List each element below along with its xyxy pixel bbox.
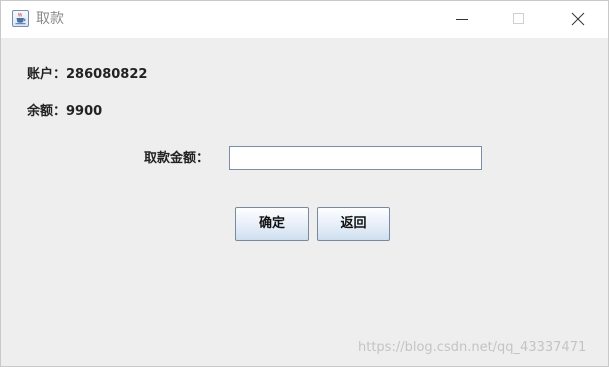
withdraw-dialog: 取款 账户：286080822 余额：9900 取款金额： 确定 返回 http… bbox=[0, 0, 609, 367]
account-label: 账户： bbox=[27, 67, 67, 82]
withdraw-amount-label: 取款金额： bbox=[144, 151, 210, 166]
minimize-icon bbox=[456, 19, 468, 20]
maximize-icon bbox=[513, 13, 524, 24]
close-button[interactable] bbox=[563, 7, 593, 31]
watermark: https://blog.csdn.net/qq_43337471 bbox=[358, 340, 587, 355]
minimize-button[interactable] bbox=[447, 7, 477, 31]
balance-info: 余额：9900 bbox=[27, 104, 102, 120]
balance-label: 余额： bbox=[27, 104, 67, 119]
account-info: 账户：286080822 bbox=[27, 67, 147, 83]
close-icon bbox=[571, 12, 585, 26]
balance-value: 9900 bbox=[66, 104, 103, 119]
title-bar[interactable]: 取款 bbox=[1, 1, 608, 38]
withdraw-amount-input[interactable] bbox=[229, 146, 482, 170]
account-number: 286080822 bbox=[66, 67, 148, 82]
maximize-button[interactable] bbox=[504, 7, 534, 31]
back-button[interactable]: 返回 bbox=[317, 207, 390, 241]
java-cup-icon bbox=[12, 10, 29, 27]
confirm-button[interactable]: 确定 bbox=[235, 207, 309, 241]
window-title: 取款 bbox=[36, 11, 64, 27]
